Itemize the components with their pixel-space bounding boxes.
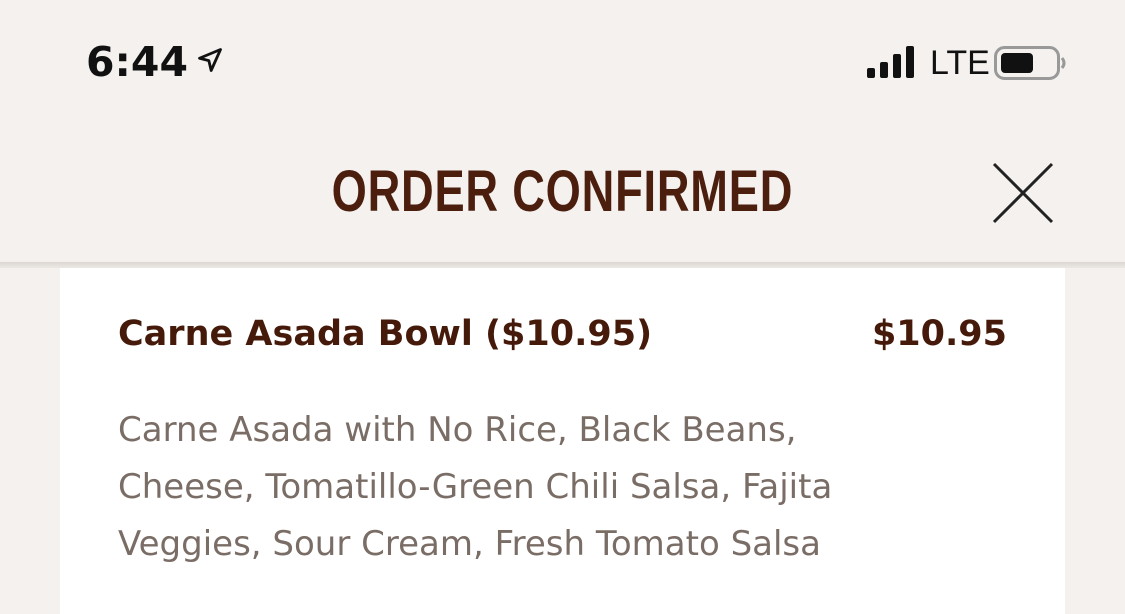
- network-type: LTE: [930, 44, 990, 82]
- battery-icon: [994, 46, 1066, 80]
- close-icon[interactable]: [990, 160, 1056, 226]
- status-bar: 6:44 LTE: [0, 0, 1125, 120]
- signal-icon: [867, 46, 914, 78]
- order-item-description: Carne Asada with No Rice, Black Beans, C…: [118, 410, 833, 564]
- location-arrow-icon: [198, 48, 222, 72]
- order-item-price: $10.95: [871, 314, 1007, 354]
- status-time: 6:44: [86, 38, 188, 86]
- order-item-name: Carne Asada Bowl ($10.95): [118, 314, 653, 354]
- page-title: ORDER CONFIRMED: [331, 159, 794, 224]
